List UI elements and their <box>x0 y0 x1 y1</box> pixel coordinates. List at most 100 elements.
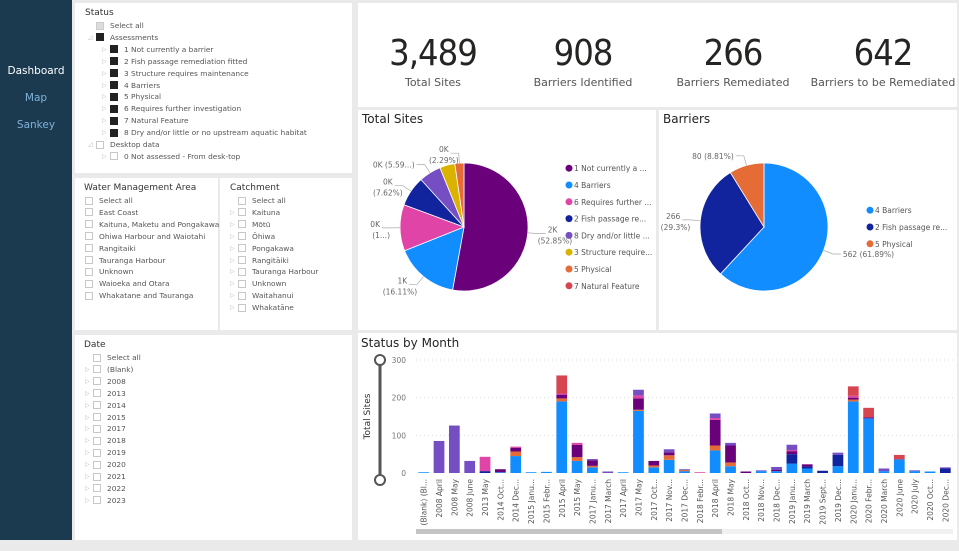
bar-segment[interactable] <box>510 447 522 452</box>
bar-segment[interactable] <box>571 444 583 458</box>
slicer-item[interactable]: ▷ 2018 <box>85 435 126 446</box>
slicer-item[interactable]: ▷ 2020 <box>85 459 126 470</box>
bar-segment[interactable] <box>587 467 598 473</box>
checkbox[interactable] <box>85 279 93 288</box>
checkbox[interactable] <box>93 365 101 374</box>
bar-segment[interactable] <box>663 459 675 473</box>
bar-segment[interactable] <box>725 466 736 473</box>
bar-segment[interactable] <box>755 471 767 473</box>
checkbox[interactable] <box>238 208 246 217</box>
bar-segment[interactable] <box>709 419 721 446</box>
slicer-item[interactable]: ▷ Ōhiwa <box>230 231 275 242</box>
bar-segment[interactable] <box>755 470 767 472</box>
bar-segment[interactable] <box>587 465 598 468</box>
checkbox[interactable] <box>238 291 246 300</box>
slicer-item[interactable]: Select all <box>230 195 286 206</box>
checkbox[interactable] <box>93 401 101 410</box>
legend-item[interactable]: 7 Natural Feature <box>574 282 640 291</box>
legend-item[interactable]: 5 Physical <box>574 265 612 274</box>
legend-item[interactable]: 2 Fish passage re... <box>574 215 646 224</box>
expand-icon[interactable]: ▷ <box>102 82 110 89</box>
bar-segment[interactable] <box>786 450 798 452</box>
bar-segment[interactable] <box>617 472 629 473</box>
bar-segment[interactable] <box>648 460 660 466</box>
checkbox[interactable] <box>110 104 118 113</box>
slicer-item[interactable]: ▷ 2008 <box>85 376 126 387</box>
bar-segment[interactable] <box>663 449 675 453</box>
checkbox[interactable] <box>93 436 101 445</box>
slicer-item[interactable]: ▷ Waitahanui <box>230 290 293 301</box>
bar-segment[interactable] <box>525 472 537 473</box>
checkbox[interactable] <box>93 424 101 433</box>
bar-segment[interactable] <box>847 386 859 396</box>
bar-segment[interactable] <box>771 466 782 470</box>
expand-icon[interactable]: ▷ <box>102 129 110 136</box>
bar-segment[interactable] <box>495 472 506 473</box>
slicer-item[interactable]: ▷ 4 Barriers <box>102 80 160 91</box>
expand-icon[interactable]: ▷ <box>85 414 93 421</box>
slicer-item[interactable]: ◿ Desktop data <box>88 139 159 150</box>
bar-segment[interactable] <box>571 457 583 461</box>
bar-segment[interactable] <box>801 468 813 473</box>
expand-icon[interactable]: ▷ <box>85 425 93 432</box>
expand-icon[interactable]: ▷ <box>102 46 110 53</box>
bar-segment[interactable] <box>847 399 859 402</box>
slicer-item[interactable]: Tauranga Harbour <box>77 255 165 266</box>
checkbox[interactable] <box>93 389 101 398</box>
slicer-item[interactable]: Kaituna, Maketu and Pongakawa <box>77 219 219 230</box>
legend-item[interactable]: 2 Fish passage re... <box>875 223 947 232</box>
bar-segment[interactable] <box>909 471 921 473</box>
slicer-item[interactable]: Select all <box>77 195 133 206</box>
bar-segment[interactable] <box>571 442 583 445</box>
slicer-item[interactable]: East Coast <box>77 207 138 218</box>
bar-segment[interactable] <box>479 471 491 473</box>
bar-segment[interactable] <box>663 455 675 460</box>
checkbox[interactable] <box>110 128 118 137</box>
bar-segment[interactable] <box>847 397 859 400</box>
expand-icon[interactable]: ▷ <box>85 390 93 397</box>
slicer-item[interactable]: ▷ 2017 <box>85 423 126 434</box>
bar-segment[interactable] <box>633 409 644 411</box>
bar-segment[interactable] <box>633 395 644 399</box>
bar-segment[interactable] <box>709 413 721 419</box>
nav-sankey[interactable]: Sankey <box>0 119 72 131</box>
slicer-item[interactable]: Unknown <box>77 266 133 277</box>
scrollbar-thumb[interactable] <box>416 529 722 534</box>
slicer-item[interactable]: ▷ Pongakawa <box>230 243 294 254</box>
checkbox[interactable] <box>93 472 101 481</box>
expand-icon[interactable]: ▷ <box>85 497 93 504</box>
checkbox[interactable] <box>85 267 93 276</box>
expand-icon[interactable]: ▷ <box>85 437 93 444</box>
bar-segment[interactable] <box>863 418 874 473</box>
bar-segment[interactable] <box>771 469 782 472</box>
bar-segment[interactable] <box>709 418 721 420</box>
bar-segment[interactable] <box>709 450 721 473</box>
checkbox[interactable] <box>238 279 246 288</box>
checkbox[interactable] <box>110 69 118 78</box>
slicer-item[interactable]: ▷ 2022 <box>85 483 126 494</box>
zoom-slider-handle-top[interactable] <box>374 354 386 366</box>
slicer-item[interactable]: ▷ 3 Structure requires maintenance <box>102 68 249 79</box>
expand-icon[interactable]: ▷ <box>230 221 238 228</box>
bar-segment[interactable] <box>418 472 430 473</box>
bar-segment[interactable] <box>633 398 644 410</box>
collapse-icon[interactable]: ◿ <box>88 34 96 41</box>
bar-segment[interactable] <box>602 471 614 473</box>
slicer-item[interactable]: ▷ 5 Physical <box>102 91 161 102</box>
legend-item[interactable]: 4 Barriers <box>574 181 611 190</box>
checkbox[interactable] <box>93 377 101 386</box>
bar-segment[interactable] <box>909 470 921 472</box>
checkbox[interactable] <box>110 45 118 54</box>
checkbox[interactable] <box>85 220 93 229</box>
checkbox[interactable] <box>110 92 118 101</box>
expand-icon[interactable]: ▷ <box>230 257 238 264</box>
bar-segment[interactable] <box>587 460 598 466</box>
bar-segment[interactable] <box>924 471 936 473</box>
checkbox[interactable] <box>85 291 93 300</box>
slicer-item[interactable]: ▷ 2 Fish passage remediation fitted <box>102 56 247 67</box>
bar-segment[interactable] <box>832 454 844 467</box>
bar-segment[interactable] <box>847 401 859 473</box>
bar-segment[interactable] <box>832 452 844 455</box>
slicer-item[interactable]: ▷ 6 Requires further investigation <box>102 103 241 114</box>
checkbox[interactable] <box>85 256 93 264</box>
